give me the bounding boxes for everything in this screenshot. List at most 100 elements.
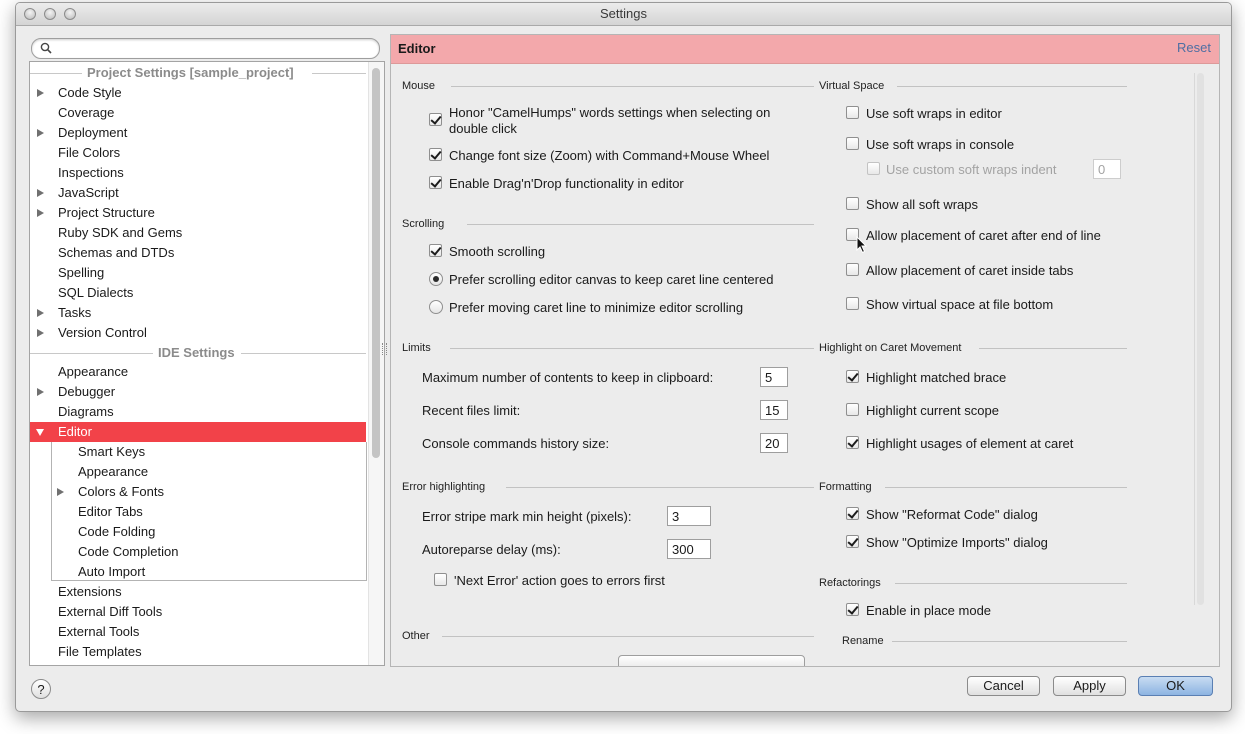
caret-inside-tabs-checkbox[interactable] [846,263,859,276]
tree-item[interactable]: Extensions [30,582,366,602]
tree-subitem[interactable]: Auto Import [30,562,366,582]
expand-arrow-icon[interactable] [37,309,44,317]
usages-checkbox[interactable] [846,436,859,449]
recent-files-field[interactable]: 15 [760,400,788,420]
tree-item[interactable]: File Templates [30,642,366,662]
tree-scroll-thumb[interactable] [372,68,380,458]
tree-item-label: Code Completion [78,544,179,559]
tree-subitem[interactable]: Appearance [30,462,366,482]
section-error-highlighting: Error highlighting [402,479,814,495]
tree-subitem[interactable]: Code Folding [30,522,366,542]
show-all-soft-wraps-label: Show all soft wraps [866,197,978,212]
expand-arrow-icon[interactable] [37,189,44,197]
clipboard-limit-field[interactable]: 5 [760,367,788,387]
tree-item[interactable]: JavaScript [30,183,366,203]
drag-drop-checkbox[interactable] [429,176,442,189]
tree-scrollbar[interactable] [368,62,384,665]
ok-button[interactable]: OK [1138,676,1213,696]
tree-item[interactable]: Tasks [30,303,366,323]
cancel-button[interactable]: Cancel [967,676,1040,696]
change-font-label: Change font size (Zoom) with Command+Mou… [449,148,770,163]
expand-arrow-icon[interactable] [37,329,44,337]
tree-item[interactable]: SQL Dialects [30,283,366,303]
show-all-soft-wraps-checkbox[interactable] [846,197,859,210]
matched-brace-checkbox[interactable] [846,370,859,383]
console-history-field[interactable]: 20 [760,433,788,453]
in-place-mode-checkbox[interactable] [846,603,859,616]
tree-subitem[interactable]: Smart Keys [30,442,366,462]
smooth-scrolling-checkbox[interactable] [429,244,442,257]
tree-item[interactable]: External Diff Tools [30,602,366,622]
virtual-space-bottom-checkbox[interactable] [846,297,859,310]
tree-item[interactable]: Deployment [30,123,366,143]
tree-item[interactable]: Diagrams [30,402,366,422]
editor-settings-panel: Editor Reset Mouse Honor "CamelHumps" wo… [390,34,1220,667]
section-other: Other [402,628,814,644]
tree-item[interactable]: Ruby SDK and Gems [30,223,366,243]
prefer-caret-label: Prefer moving caret line to minimize edi… [449,300,744,315]
expand-arrow-icon[interactable] [37,129,44,137]
tree-item-label: Auto Import [78,564,146,579]
tree-item-label: Editor Tabs [78,504,143,519]
collapse-arrow-icon[interactable] [36,429,44,436]
tree-item[interactable]: Version Control [30,323,366,343]
expand-arrow-icon[interactable] [57,488,64,496]
project-settings-header: Project Settings [sample_project] [30,63,366,83]
search-input[interactable] [31,38,380,59]
help-button[interactable]: ? [31,679,51,699]
optimize-imports-checkbox[interactable] [846,535,859,548]
current-scope-checkbox[interactable] [846,403,859,416]
reformat-dialog-checkbox[interactable] [846,507,859,520]
tree-item[interactable]: File Colors [30,143,366,163]
tree-item[interactable]: Appearance [30,362,366,382]
tree-item-label: Colors & Fonts [78,484,164,499]
prefer-caret-radio[interactable] [429,300,443,314]
tree-item[interactable]: Project Structure [30,203,366,223]
tree-item-selected[interactable]: Editor [30,422,366,442]
camelhumps-checkbox[interactable] [429,113,442,126]
soft-wraps-editor-checkbox[interactable] [846,106,859,119]
reset-link[interactable]: Reset [1177,35,1211,61]
tree-item[interactable]: Debugger [30,382,366,402]
next-error-checkbox[interactable] [434,573,447,586]
tree-subitem[interactable]: Editor Tabs [30,502,366,522]
section-rename: Rename [842,633,1127,649]
tree-item-label: Ruby SDK and Gems [58,225,183,240]
tree-subitem[interactable]: Colors & Fonts [30,482,366,502]
prefer-canvas-radio[interactable] [429,272,443,286]
tree-item[interactable]: Schemas and DTDs [30,243,366,263]
autoreparse-field[interactable]: 300 [667,539,711,559]
split-handle[interactable] [382,343,387,355]
change-font-checkbox[interactable] [429,148,442,161]
tree-item[interactable]: External Tools [30,622,366,642]
soft-wraps-console-checkbox[interactable] [846,137,859,150]
tree-item-label: External Diff Tools [58,604,163,619]
console-history-label: Console commands history size: [422,436,610,451]
tree-item[interactable]: Coverage [30,103,366,123]
panel-scroll-thumb[interactable] [1197,73,1204,605]
expand-arrow-icon[interactable] [37,89,44,97]
tree-item[interactable]: Inspections [30,163,366,183]
soft-wraps-console-label: Use soft wraps in console [866,137,1015,152]
expand-arrow-icon[interactable] [37,209,44,217]
camelhumps-label: Honor "CamelHumps" words settings when s… [449,105,771,120]
tree-item-label: File Colors [58,145,121,160]
expand-arrow-icon[interactable] [37,388,44,396]
stripe-height-field[interactable]: 3 [667,506,711,526]
tree-item-label: Tasks [58,305,92,320]
section-refactorings: Refactorings [819,575,1127,591]
section-scrolling: Scrolling [402,216,814,232]
custom-indent-field[interactable]: 0 [1093,159,1121,179]
custom-indent-checkbox[interactable] [867,162,880,175]
next-error-label: 'Next Error' action goes to errors first [454,573,665,588]
tree-item[interactable]: Spelling [30,263,366,283]
custom-indent-label: Use custom soft wraps indent [886,162,1057,177]
tree-subitem[interactable]: Code Completion [30,542,366,562]
other-dropdown[interactable] [618,655,805,666]
tree-item-label: Code Folding [78,524,156,539]
panel-scrollbar[interactable] [1194,73,1205,605]
apply-button[interactable]: Apply [1053,676,1126,696]
tree-item[interactable]: Code Style [30,83,366,103]
tree-item-label: File Templates [58,644,142,659]
matched-brace-label: Highlight matched brace [866,370,1007,385]
